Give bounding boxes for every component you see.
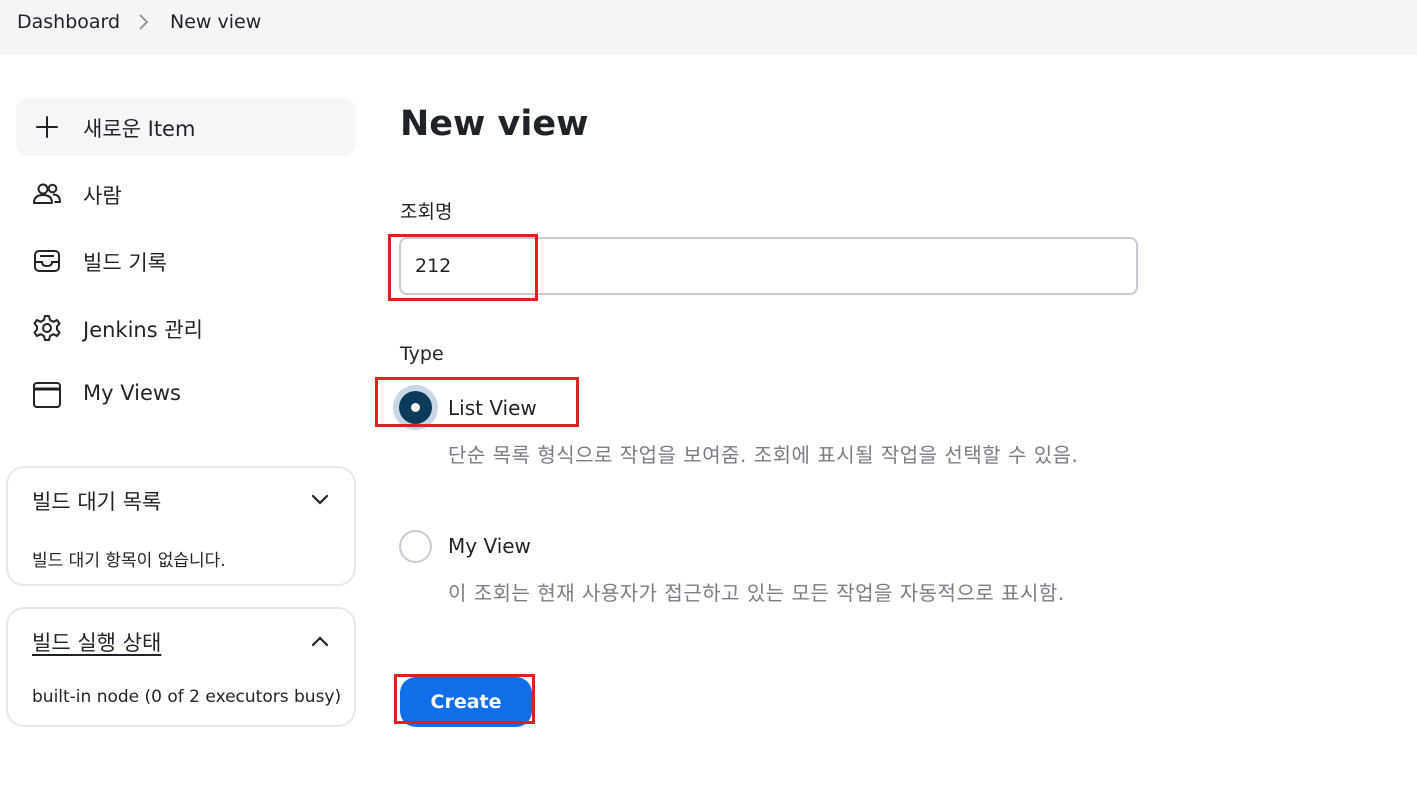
chevron-right-icon <box>139 14 149 30</box>
sidebar-item-manage-jenkins[interactable]: Jenkins 관리 <box>16 299 356 357</box>
window-icon <box>33 382 61 408</box>
sidebar-item-people[interactable]: 사람 <box>16 165 356 223</box>
sidebar-item-label: 사람 <box>83 184 122 208</box>
inbox-icon <box>34 250 60 272</box>
build-queue-title: 빌드 대기 목록 <box>32 490 162 514</box>
create-button[interactable]: Create <box>400 677 532 727</box>
sidebar-item-label: 빌드 기록 <box>83 251 167 275</box>
executor-node-text: built-in node (0 of 2 executors busy) <box>32 687 342 707</box>
chevron-down-icon[interactable] <box>310 492 330 508</box>
build-queue-empty-text: 빌드 대기 항목이 없습니다. <box>32 551 226 571</box>
radio-my-view[interactable] <box>399 530 432 563</box>
breadcrumb-current: New view <box>170 11 262 33</box>
breadcrumb-dashboard[interactable]: Dashboard <box>17 11 120 33</box>
type-label: Type <box>400 343 444 365</box>
gear-icon <box>33 315 61 341</box>
sidebar-item-my-views[interactable]: My Views <box>16 366 356 424</box>
sidebar-item-label: Jenkins 관리 <box>83 318 203 342</box>
sidebar-item-label: My Views <box>83 381 181 405</box>
option-list-view-description: 단순 목록 형식으로 작업을 보여줌. 조회에 표시될 작업을 선택할 수 있음… <box>448 443 1079 467</box>
page-title: New view <box>400 104 589 144</box>
option-my-view-label[interactable]: My View <box>448 534 531 558</box>
plus-icon <box>36 116 58 138</box>
view-name-label: 조회명 <box>400 201 453 223</box>
sidebar-item-build-history[interactable]: 빌드 기록 <box>16 232 356 290</box>
sidebar-item-label: 새로운 Item <box>83 117 196 141</box>
chevron-up-icon[interactable] <box>310 633 330 649</box>
radio-list-view[interactable] <box>399 391 432 424</box>
option-list-view-label[interactable]: List View <box>448 396 537 420</box>
breadcrumb-bar: Dashboard New view <box>0 0 1417 55</box>
executor-status-panel: 빌드 실행 상태 built-in node (0 of 2 executors… <box>6 607 356 727</box>
view-name-input[interactable] <box>399 237 1138 295</box>
executor-status-title[interactable]: 빌드 실행 상태 <box>32 627 161 657</box>
people-icon <box>33 183 61 204</box>
option-my-view-description: 이 조회는 현재 사용자가 접근하고 있는 모든 작업을 자동적으로 표시함. <box>448 581 1065 605</box>
sidebar-item-new-item[interactable]: 새로운 Item <box>16 98 356 156</box>
build-queue-panel: 빌드 대기 목록 빌드 대기 항목이 없습니다. <box>6 466 356 586</box>
